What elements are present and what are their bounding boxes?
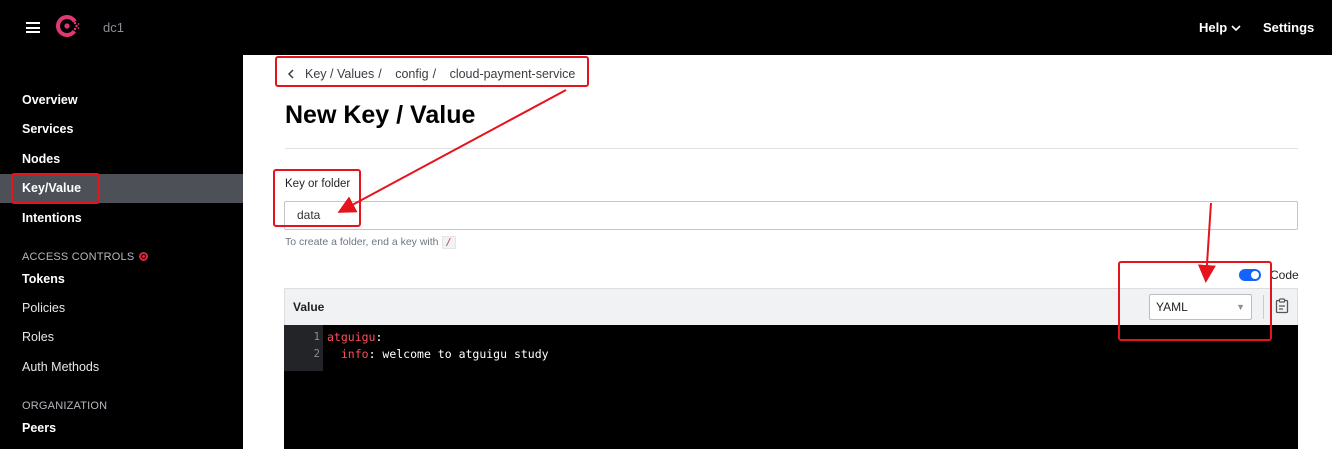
annotation-arrow xyxy=(337,89,567,213)
annotation-arrows xyxy=(337,89,1216,283)
annotation-arrow xyxy=(1197,202,1216,283)
